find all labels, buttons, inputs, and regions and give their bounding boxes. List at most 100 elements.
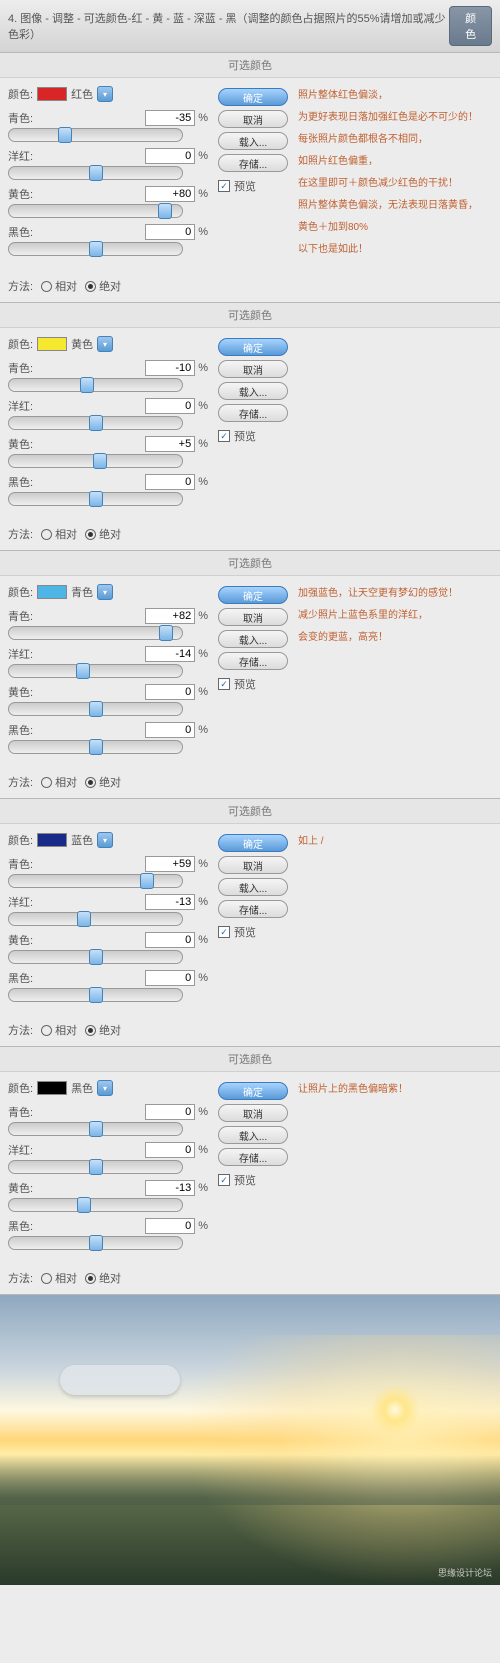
cancel-button[interactable]: 取消 [218, 110, 288, 128]
yellow-slider-thumb[interactable] [89, 949, 103, 965]
yellow-slider-track[interactable] [8, 204, 183, 218]
load-button[interactable]: 载入... [218, 132, 288, 150]
save-button[interactable]: 存储... [218, 154, 288, 172]
yellow-slider-track[interactable] [8, 1198, 183, 1212]
cyan-slider-thumb[interactable] [89, 1121, 103, 1137]
radio-relative[interactable] [41, 1025, 52, 1036]
magenta-slider-thumb[interactable] [89, 415, 103, 431]
color-dropdown-icon[interactable]: ▾ [97, 832, 113, 848]
black-slider-thumb[interactable] [89, 491, 103, 507]
preview-checkbox[interactable]: ✓ [218, 678, 230, 690]
magenta-slider-thumb[interactable] [76, 663, 90, 679]
yellow-slider-track[interactable] [8, 702, 183, 716]
radio-absolute[interactable] [85, 1025, 96, 1036]
cyan-slider-track[interactable] [8, 626, 183, 640]
yellow-value-input[interactable] [145, 436, 195, 452]
cancel-button[interactable]: 取消 [218, 856, 288, 874]
load-button[interactable]: 载入... [218, 630, 288, 648]
cyan-slider-track[interactable] [8, 1122, 183, 1136]
radio-relative[interactable] [41, 281, 52, 292]
cyan-slider-thumb[interactable] [140, 873, 154, 889]
absolute-option[interactable]: 绝对 [85, 278, 121, 294]
cyan-value-input[interactable] [145, 110, 195, 126]
load-button[interactable]: 载入... [218, 1126, 288, 1144]
radio-absolute[interactable] [85, 529, 96, 540]
absolute-option[interactable]: 绝对 [85, 1270, 121, 1286]
color-dropdown-icon[interactable]: ▾ [97, 86, 113, 102]
magenta-slider-track[interactable] [8, 664, 183, 678]
preview-checkbox[interactable]: ✓ [218, 180, 230, 192]
cancel-button[interactable]: 取消 [218, 360, 288, 378]
black-slider-thumb[interactable] [89, 241, 103, 257]
yellow-slider-thumb[interactable] [93, 453, 107, 469]
save-button[interactable]: 存储... [218, 652, 288, 670]
relative-option[interactable]: 相对 [41, 526, 77, 542]
magenta-slider-track[interactable] [8, 912, 183, 926]
magenta-slider-thumb[interactable] [77, 911, 91, 927]
absolute-option[interactable]: 绝对 [85, 774, 121, 790]
relative-option[interactable]: 相对 [41, 1022, 77, 1038]
cyan-slider-thumb[interactable] [58, 127, 72, 143]
magenta-value-input[interactable] [145, 148, 195, 164]
magenta-slider-track[interactable] [8, 166, 183, 180]
relative-option[interactable]: 相对 [41, 1270, 77, 1286]
yellow-value-input[interactable] [145, 684, 195, 700]
yellow-slider-thumb[interactable] [158, 203, 172, 219]
black-value-input[interactable] [145, 224, 195, 240]
color-dropdown-icon[interactable]: ▾ [97, 584, 113, 600]
preview-checkbox[interactable]: ✓ [218, 430, 230, 442]
magenta-value-input[interactable] [145, 894, 195, 910]
cyan-value-input[interactable] [145, 856, 195, 872]
magenta-value-input[interactable] [145, 398, 195, 414]
black-slider-track[interactable] [8, 988, 183, 1002]
cyan-slider-track[interactable] [8, 128, 183, 142]
radio-relative[interactable] [41, 777, 52, 788]
cyan-slider-track[interactable] [8, 874, 183, 888]
absolute-option[interactable]: 绝对 [85, 1022, 121, 1038]
preview-checkbox[interactable]: ✓ [218, 926, 230, 938]
cyan-slider-thumb[interactable] [80, 377, 94, 393]
magenta-slider-track[interactable] [8, 416, 183, 430]
yellow-value-input[interactable] [145, 186, 195, 202]
preview-checkbox[interactable]: ✓ [218, 1174, 230, 1186]
magenta-value-input[interactable] [145, 646, 195, 662]
yellow-slider-track[interactable] [8, 454, 183, 468]
yellow-value-input[interactable] [145, 932, 195, 948]
radio-relative[interactable] [41, 1273, 52, 1284]
cancel-button[interactable]: 取消 [218, 1104, 288, 1122]
absolute-option[interactable]: 绝对 [85, 526, 121, 542]
load-button[interactable]: 载入... [218, 878, 288, 896]
magenta-slider-thumb[interactable] [89, 165, 103, 181]
black-slider-track[interactable] [8, 242, 183, 256]
cyan-slider-track[interactable] [8, 378, 183, 392]
save-button[interactable]: 存储... [218, 900, 288, 918]
save-button[interactable]: 存储... [218, 1148, 288, 1166]
load-button[interactable]: 载入... [218, 382, 288, 400]
cyan-slider-thumb[interactable] [159, 625, 173, 641]
radio-absolute[interactable] [85, 777, 96, 788]
black-slider-track[interactable] [8, 492, 183, 506]
color-dropdown-icon[interactable]: ▾ [97, 1080, 113, 1096]
black-value-input[interactable] [145, 1218, 195, 1234]
ok-button[interactable]: 确定 [218, 338, 288, 356]
black-slider-track[interactable] [8, 1236, 183, 1250]
yellow-slider-thumb[interactable] [77, 1197, 91, 1213]
radio-absolute[interactable] [85, 1273, 96, 1284]
relative-option[interactable]: 相对 [41, 774, 77, 790]
black-value-input[interactable] [145, 722, 195, 738]
ok-button[interactable]: 确定 [218, 586, 288, 604]
save-button[interactable]: 存储... [218, 404, 288, 422]
cancel-button[interactable]: 取消 [218, 608, 288, 626]
ok-button[interactable]: 确定 [218, 88, 288, 106]
color-dropdown-icon[interactable]: ▾ [97, 336, 113, 352]
black-slider-thumb[interactable] [89, 1235, 103, 1251]
black-value-input[interactable] [145, 970, 195, 986]
ok-button[interactable]: 确定 [218, 834, 288, 852]
magenta-value-input[interactable] [145, 1142, 195, 1158]
cyan-value-input[interactable] [145, 608, 195, 624]
black-slider-thumb[interactable] [89, 987, 103, 1003]
cyan-value-input[interactable] [145, 1104, 195, 1120]
black-slider-thumb[interactable] [89, 739, 103, 755]
radio-relative[interactable] [41, 529, 52, 540]
black-slider-track[interactable] [8, 740, 183, 754]
